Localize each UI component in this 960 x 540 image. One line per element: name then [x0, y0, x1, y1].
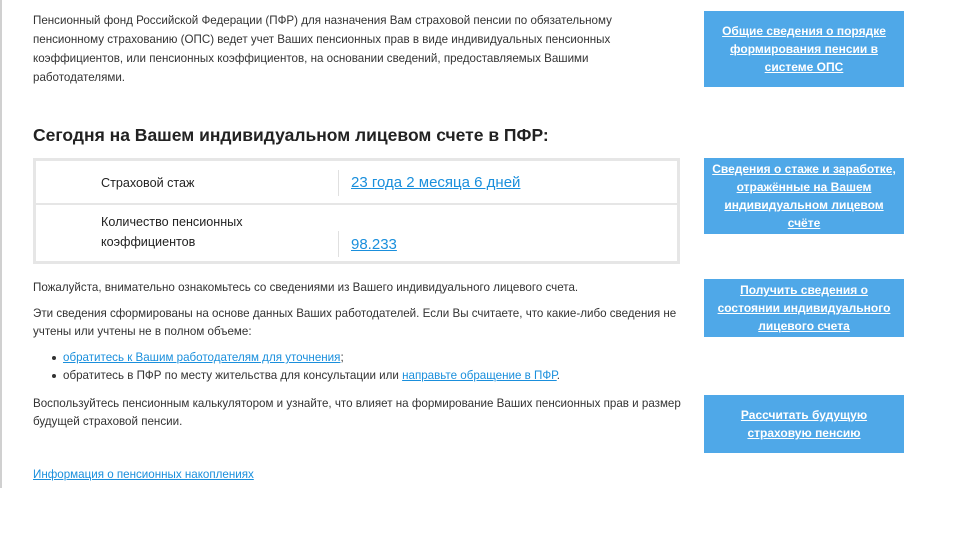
review-notice-text: Пожалуйста, внимательно ознакомьтесь со …	[33, 281, 579, 294]
data-source-text: Эти сведения сформированы на основе данн…	[33, 307, 677, 338]
list-item-suffix: .	[556, 369, 560, 382]
account-status-button[interactable]: Получить сведения о состоянии индивидуал…	[704, 279, 904, 337]
button-label: Рассчитать будущую страховую пенсию	[740, 408, 868, 440]
list-item-suffix: ;	[340, 351, 344, 364]
actions-list: обратитесь к Вашим работодателям для уто…	[51, 349, 671, 385]
send-request-link[interactable]: направьте обращение в ПФР	[402, 369, 557, 382]
pension-coefficients-link[interactable]: 98.233	[351, 236, 397, 253]
list-item: обратитесь в ПФР по месту жительства для…	[51, 367, 671, 385]
button-label: Сведения о стаже и заработке, отражённые…	[712, 162, 896, 230]
calculator-text: Воспользуйтесь пенсионным калькулятором …	[33, 397, 681, 428]
intro-text: Пенсионный фонд Российской Федерации (ПФ…	[33, 14, 612, 84]
row-separator	[338, 231, 339, 257]
account-summary-table: Страховой стаж 23 года 2 месяца 6 дней К…	[33, 158, 680, 264]
list-item-text: обратитесь в ПФР по месту жительства для…	[63, 369, 403, 382]
general-info-button[interactable]: Общие сведения о порядке формирования пе…	[704, 11, 904, 87]
calculate-pension-button[interactable]: Рассчитать будущую страховую пенсию	[704, 395, 904, 453]
insurance-period-link[interactable]: 23 года 2 месяца 6 дней	[351, 174, 520, 191]
account-row-pension-coefficients: Количество пенсионных коэффициентов 98.2…	[36, 205, 677, 261]
list-item: обратитесь к Вашим работодателям для уто…	[51, 349, 671, 367]
left-border	[0, 0, 2, 488]
pension-coefficients-label: Количество пенсионных коэффициентов	[101, 215, 243, 249]
button-label: Общие сведения о порядке формирования пе…	[722, 24, 886, 74]
insurance-period-label: Страховой стаж	[101, 176, 195, 190]
account-row-insurance-period: Страховой стаж 23 года 2 месяца 6 дней	[36, 161, 677, 205]
contact-employers-link[interactable]: обратитесь к Вашим работодателям для уто…	[63, 351, 340, 364]
pension-savings-link[interactable]: Информация о пенсионных накоплениях	[33, 466, 254, 484]
row-separator	[338, 170, 339, 196]
experience-earnings-button[interactable]: Сведения о стаже и заработке, отражённые…	[704, 158, 904, 234]
button-label: Получить сведения о состоянии индивидуал…	[717, 283, 891, 333]
page-heading: Сегодня на Вашем индивидуальном лицевом …	[33, 125, 549, 145]
page: Пенсионный фонд Российской Федерации (ПФ…	[0, 0, 960, 540]
